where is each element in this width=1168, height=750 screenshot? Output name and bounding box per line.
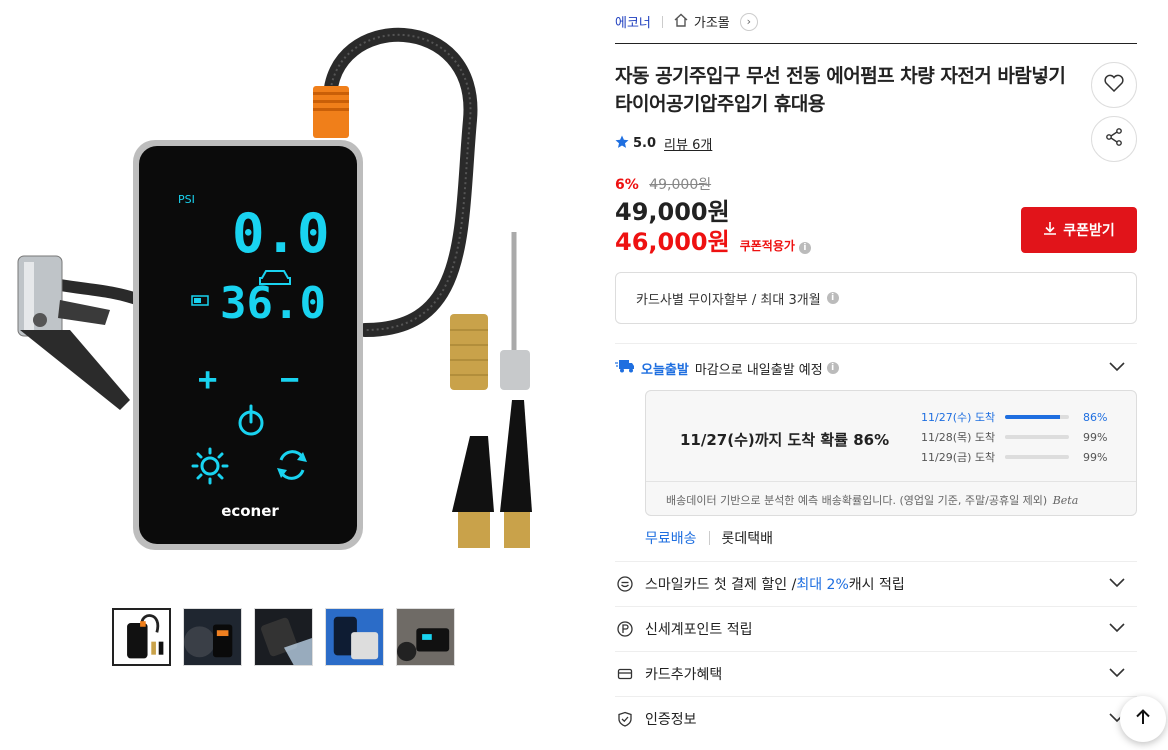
thumbnail-strip (112, 608, 455, 666)
review-count-link[interactable]: 리뷰 6개 (664, 134, 712, 153)
installment-box: 카드사별 무이자할부 / 최대 3개월 i (615, 272, 1137, 324)
share-icon (1105, 128, 1123, 150)
prediction-note: 배송데이터 기반으로 분석한 예측 배송확률입니다. (영업일 기준, 주말/공… (646, 481, 1136, 508)
probability-bar (1005, 435, 1069, 439)
probability-value: 99% (1083, 450, 1108, 464)
coupon-price: 46,000원 (615, 228, 730, 256)
shipping-section: 오늘출발 마감으로 내일출발 예정 i 11/27(수)까지 도착 확률 86%… (615, 343, 1137, 547)
probability-bar (1005, 415, 1069, 419)
minus-key: − (280, 360, 299, 398)
prediction-note-text: 배송데이터 기반으로 분석한 예측 배송확률입니다. (영업일 기준, 주말/공… (666, 494, 1048, 507)
category-label: 가조몰 (693, 16, 730, 31)
lcd-reading-bottom: 36.0 (220, 278, 326, 329)
beta-label: Beta (1052, 494, 1079, 507)
coupon-price-row: 46,000원 쿠폰적용가 i (615, 222, 811, 257)
truck-icon (615, 359, 635, 377)
probability-row: 11/28(목) 도착 99% (921, 427, 1121, 447)
main-product-image[interactable]: PSI 0.0 36.0 + − econer (0, 0, 572, 590)
thumbnail-4[interactable] (325, 608, 384, 666)
shipping-header[interactable]: 오늘출발 마감으로 내일출발 예정 i (615, 344, 1137, 392)
shipping-footer: 무료배송 롯데택배 (645, 528, 773, 548)
probability-value: 86% (1083, 410, 1108, 424)
brand-link[interactable]: 에코너 (615, 12, 651, 31)
probability-date: 11/28(목) 도착 (921, 431, 996, 444)
breadcrumb: 에코너 가조몰 › (615, 0, 1137, 44)
shinsegae-point-row[interactable]: 신세계포인트 적립 (615, 606, 1137, 651)
share-button[interactable] (1091, 116, 1137, 162)
rating-score: 5.0 (633, 136, 657, 151)
divider (708, 531, 710, 545)
thumbnail-2[interactable] (183, 608, 242, 666)
info-icon[interactable]: i (798, 242, 811, 254)
shipping-description: 마감으로 내일출발 예정 (694, 362, 823, 378)
probability-row: 11/29(금) 도착 99% (921, 447, 1121, 467)
chevron-down-icon[interactable] (1109, 361, 1125, 376)
probability-row: 11/27(수) 도착 86% (921, 407, 1121, 427)
discount-percent: 6% (615, 177, 639, 193)
probability-value: 99% (1083, 430, 1108, 444)
lcd-reading-top: 0.0 (232, 202, 330, 265)
card-icon (617, 666, 633, 682)
probability-date: 11/27(수) 도착 (921, 411, 996, 424)
coupon-download-button[interactable]: 쿠폰받기 (1021, 207, 1137, 253)
psi-label: PSI (178, 193, 195, 206)
category-link[interactable]: 가조몰 › (674, 12, 758, 31)
card-benefit-row[interactable]: 카드추가혜택 (615, 651, 1137, 696)
certification-row[interactable]: 인증정보 (615, 696, 1137, 741)
shield-icon (617, 711, 633, 727)
chevron-down-icon (1109, 576, 1125, 592)
rating-summary: 5.0 리뷰 6개 (615, 134, 712, 153)
star-icon (615, 135, 629, 153)
info-icon[interactable]: i (826, 362, 839, 374)
breadcrumb-divider (661, 15, 663, 28)
point-label: 신세계포인트 적립 (645, 622, 753, 638)
arrow-up-icon (1134, 708, 1152, 730)
scroll-to-top-button[interactable] (1120, 696, 1166, 742)
delivery-probability-box: 11/27(수)까지 도착 확률 86% 11/27(수) 도착 86% 11/… (645, 390, 1137, 516)
installment-text: 카드사별 무이자할부 / 최대 3개월 (636, 292, 821, 308)
product-page: PSI 0.0 36.0 + − econer 에코너 가조몰 › 자동 공기주… (0, 0, 1168, 750)
smile-benefit-prefix: 스마일카드 첫 결제 할인 / (645, 577, 797, 593)
heart-icon (1104, 74, 1124, 96)
smile-benefit-highlight: 최대 2% (796, 577, 849, 593)
point-icon (617, 621, 633, 637)
probability-bar (1005, 455, 1069, 459)
chevron-down-icon (1109, 666, 1125, 682)
chevron-right-icon: › (739, 12, 758, 31)
thumbnail-1[interactable] (112, 608, 171, 666)
original-price-row: 6% 49,000원 (615, 174, 711, 194)
smile-icon (617, 576, 633, 592)
smile-benefit-suffix: 캐시 적립 (848, 577, 905, 593)
coupon-button-label: 쿠폰받기 (1063, 223, 1115, 239)
certification-label: 인증정보 (645, 712, 697, 728)
coupon-price-tag: 쿠폰적용가 (739, 239, 795, 253)
carrier-name: 롯데택배 (721, 531, 774, 547)
chevron-down-icon (1109, 621, 1125, 637)
delivery-probability-list: 11/27(수) 도착 86% 11/28(목) 도착 99% 11/29(금)… (921, 407, 1121, 467)
thumbnail-5[interactable] (396, 608, 455, 666)
info-icon[interactable]: i (826, 292, 839, 304)
plus-key: + (198, 360, 217, 398)
probability-date: 11/29(금) 도착 (921, 451, 996, 464)
download-icon (1043, 221, 1057, 239)
product-info-panel: 에코너 가조몰 › 자동 공기주입구 무선 전동 에어펌프 차량 자전거 바람넣… (615, 0, 1137, 728)
delivery-headline: 11/27(수)까지 도착 확률 86% (680, 431, 890, 449)
today-ship-badge: 오늘출발 (641, 362, 689, 378)
home-icon (674, 13, 688, 31)
favorite-button[interactable] (1091, 62, 1137, 108)
smile-card-benefit-row[interactable]: 스마일카드 첫 결제 할인 / 최대 2% 캐시 적립 (615, 561, 1137, 606)
device-brand: econer (221, 502, 279, 520)
free-shipping-label: 무료배송 (645, 531, 697, 547)
card-benefit-label: 카드추가혜택 (645, 667, 723, 683)
original-price: 49,000원 (649, 177, 712, 193)
thumbnail-3[interactable] (254, 608, 313, 666)
product-title: 자동 공기주입구 무선 전동 에어펌프 차량 자전거 바람넣기 타이어공기압주입… (615, 65, 1066, 115)
